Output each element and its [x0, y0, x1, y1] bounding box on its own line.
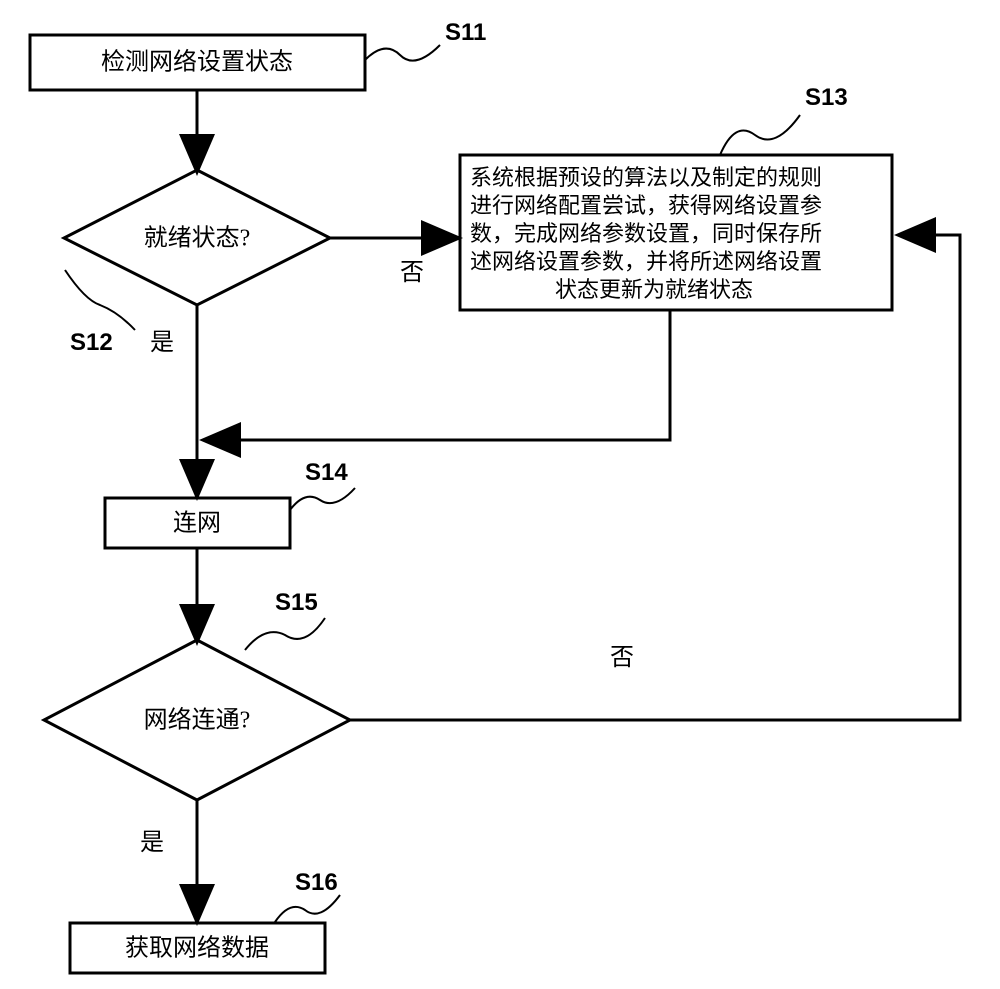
process-s13-line2: 进行网络配置尝试，获得网络设置参: [470, 193, 822, 218]
leader-s11: [365, 45, 440, 61]
process-s13-line5: 状态更新为就绪状态: [555, 277, 753, 302]
leader-s16: [275, 895, 340, 922]
decision-s15-text: 网络连通?: [144, 707, 251, 734]
process-s16-text: 获取网络数据: [125, 935, 269, 962]
decision-s12-text: 就绪状态?: [144, 225, 251, 252]
process-s14-text: 连网: [173, 510, 221, 537]
branch-s15-yes: 是: [140, 830, 164, 856]
label-s15: S15: [275, 589, 318, 616]
arrow-s15-s13: [350, 235, 960, 720]
leader-s14: [290, 488, 355, 510]
leader-s12: [65, 270, 135, 330]
process-s13-line3: 数，完成网络参数设置，同时保存所: [470, 221, 822, 246]
label-s16: S16: [295, 869, 338, 896]
branch-s12-no: 否: [400, 260, 424, 286]
process-s11-text: 检测网络设置状态: [101, 49, 293, 76]
process-s13-line1: 系统根据预设的算法以及制定的规则: [470, 165, 822, 190]
leader-s13: [720, 115, 800, 155]
process-s13-line4: 述网络设置参数，并将所述网络设置: [470, 249, 822, 274]
leader-s15: [245, 618, 325, 650]
branch-s15-no: 否: [610, 645, 634, 671]
label-s12: S12: [70, 329, 113, 356]
label-s11: S11: [445, 19, 486, 46]
label-s13: S13: [805, 84, 848, 111]
label-s14: S14: [305, 459, 348, 486]
arrow-s13-merge: [205, 310, 670, 440]
branch-s12-yes: 是: [150, 330, 174, 356]
